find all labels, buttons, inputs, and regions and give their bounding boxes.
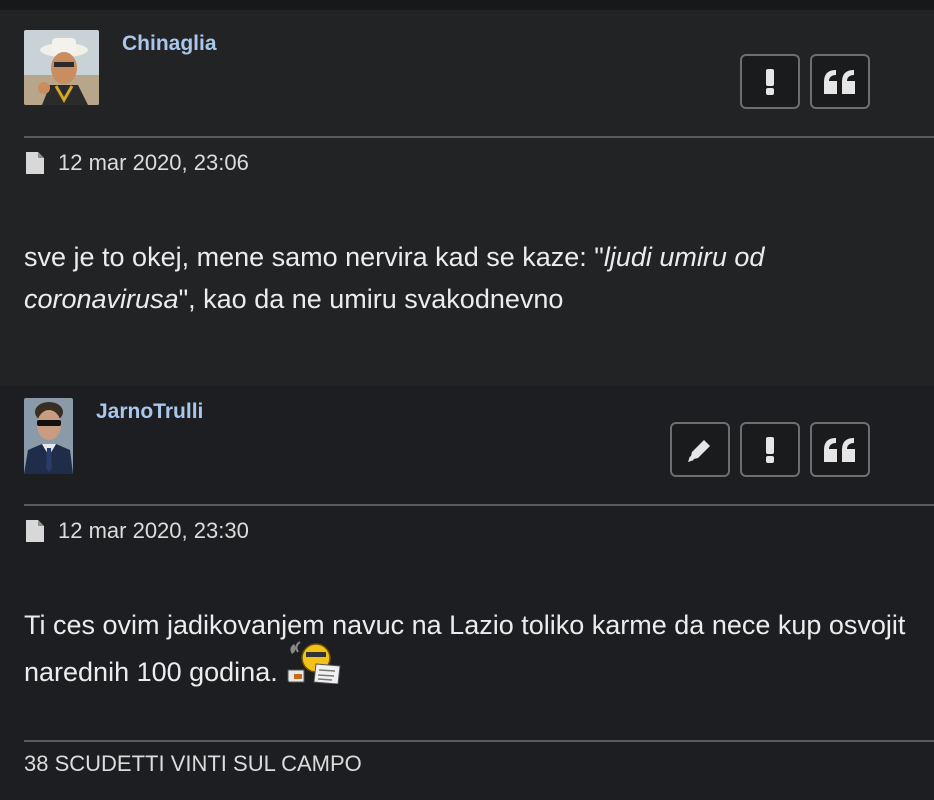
report-button[interactable] bbox=[740, 54, 800, 109]
post-date: 12 mar 2020, 23:06 bbox=[58, 150, 249, 175]
post-meta: 12 mar 2020, 23:30 bbox=[26, 518, 249, 544]
exclamation-icon bbox=[766, 436, 774, 463]
file-icon bbox=[26, 520, 44, 542]
post-actions bbox=[670, 422, 870, 477]
username[interactable]: Chinaglia bbox=[122, 32, 217, 56]
signature: 38 SCUDETTI VINTI SUL CAMPO bbox=[24, 751, 362, 776]
avatar[interactable] bbox=[24, 30, 99, 105]
top-strip bbox=[0, 0, 934, 10]
signature-divider bbox=[24, 740, 934, 742]
post-header-divider bbox=[24, 136, 934, 138]
edit-button[interactable] bbox=[670, 422, 730, 477]
post-actions bbox=[740, 54, 870, 109]
post-content: Ti ces ovim jadikovanjem navuc na Lazio … bbox=[24, 604, 934, 702]
quote-button[interactable] bbox=[810, 54, 870, 109]
post-content: sve je to okej, mene samo nervira kad se… bbox=[24, 236, 934, 320]
exclamation-icon bbox=[766, 68, 774, 95]
quote-button[interactable] bbox=[810, 422, 870, 477]
reading-newspaper-smiley-icon bbox=[286, 640, 342, 696]
file-icon bbox=[26, 152, 44, 174]
quote-icon bbox=[824, 69, 855, 94]
post: JarnoTrulli 12 mar 2020, 23:30 Ti ces ov… bbox=[0, 386, 934, 800]
username[interactable]: JarnoTrulli bbox=[96, 400, 203, 424]
content-text: Ti ces ovim jadikovanjem navuc na Lazio … bbox=[24, 610, 906, 688]
post-header-divider bbox=[24, 504, 934, 506]
pencil-icon bbox=[688, 439, 710, 462]
report-button[interactable] bbox=[740, 422, 800, 477]
post-meta: 12 mar 2020, 23:06 bbox=[26, 150, 249, 176]
avatar[interactable] bbox=[24, 398, 73, 474]
post: Chinaglia 12 mar 2020, 23:06 sve je to o… bbox=[0, 10, 934, 386]
post-date: 12 mar 2020, 23:30 bbox=[58, 518, 249, 543]
content-text: sve je to okej, mene samo nervira kad se… bbox=[24, 242, 604, 272]
quote-icon bbox=[824, 437, 855, 462]
content-text: ", kao da ne umiru svakodnevno bbox=[178, 284, 564, 314]
